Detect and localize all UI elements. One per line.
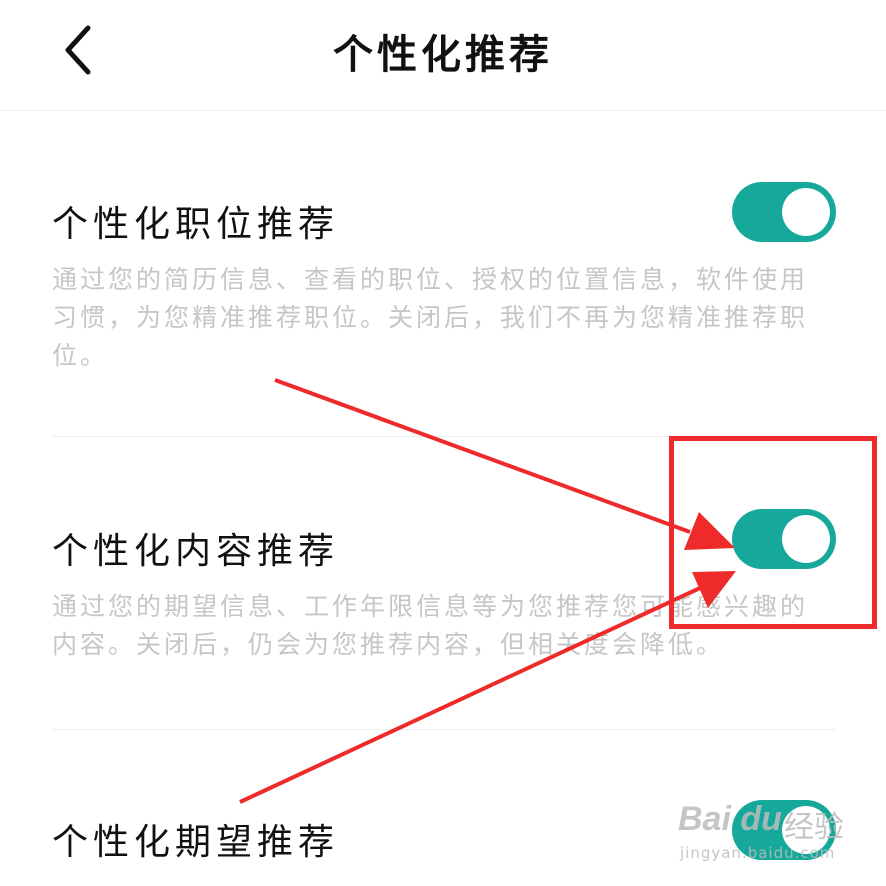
watermark-brand-cn: 经验	[784, 810, 844, 845]
divider	[52, 729, 836, 730]
watermark-logo: Bai du 经验 jingyan.baidu.com	[676, 790, 846, 870]
toggle-knob	[782, 188, 830, 236]
arrow-upper	[274, 378, 691, 534]
header-bar: 个性化推荐	[0, 0, 886, 111]
section-title: 个性化职位推荐	[52, 204, 340, 245]
page-title: 个性化推荐	[333, 32, 553, 78]
section-description: 通过您的简历信息、查看的职位、授权的位置信息，软件使用习惯，为您精准推荐职位。关…	[52, 265, 809, 370]
job-recommendation-toggle[interactable]	[732, 182, 836, 242]
personalized-recommendation-page: 个性化推荐 个性化职位推荐 通过您的简历信息、查看的职位、授权的位置信息，软件使…	[0, 0, 886, 886]
highlight-box	[669, 436, 877, 629]
watermark-brand: Bai du	[678, 800, 782, 838]
section-title: 个性化期望推荐	[52, 822, 340, 863]
watermark-url: jingyan.baidu.com	[680, 844, 836, 862]
section-title: 个性化内容推荐	[52, 531, 340, 572]
